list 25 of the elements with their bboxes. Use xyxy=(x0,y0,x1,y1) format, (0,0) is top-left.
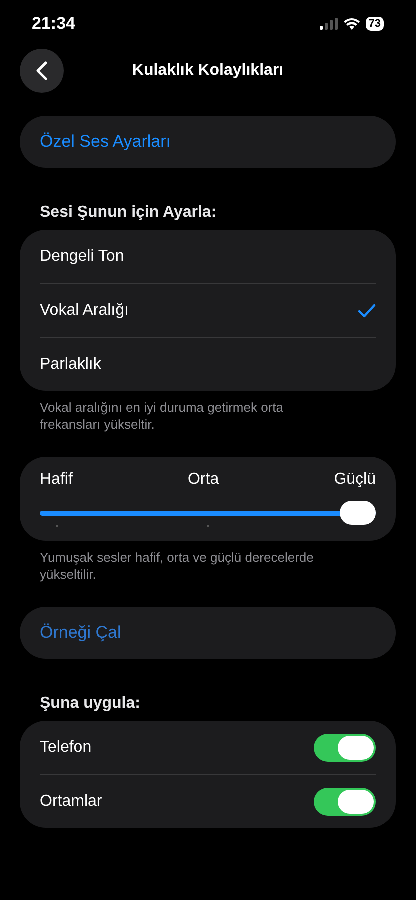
play-sample-button[interactable]: Örneği Çal xyxy=(20,607,396,659)
slider-label: Hafif xyxy=(40,471,73,489)
wifi-icon xyxy=(344,18,360,30)
back-icon xyxy=(36,61,48,81)
tune-option[interactable]: Parlaklık xyxy=(40,337,376,391)
page-title: Kulaklık Kolaylıkları xyxy=(132,62,284,80)
toggle-switch[interactable] xyxy=(314,734,376,762)
slider-thumb[interactable] xyxy=(340,501,376,525)
toggle-switch[interactable] xyxy=(314,788,376,816)
slider-label: Orta xyxy=(188,471,220,489)
status-time: 21:34 xyxy=(32,14,76,34)
back-button[interactable] xyxy=(20,49,64,93)
footnote: Vokal aralığını en iyi duruma getirmek orta frekansları yükseltir. xyxy=(39,399,285,433)
tune-option[interactable]: Vokal Aralığı xyxy=(40,283,376,337)
boost-slider[interactable] xyxy=(40,501,376,525)
row-label: Telefon xyxy=(40,738,92,756)
slider-label: Güçlü xyxy=(334,471,376,489)
footnote: Yumuşak sesler hafif, orta ve güçlü derecelerde yükseltilir. xyxy=(39,549,315,583)
custom-audio-link[interactable]: Özel Ses Ayarları xyxy=(20,116,396,168)
section-heading: Sesi Şunun için Ayarla: xyxy=(39,203,218,223)
battery-level: 73 xyxy=(366,17,384,31)
tune-option[interactable]: Dengeli Ton xyxy=(40,230,376,283)
signal-icon xyxy=(320,18,338,30)
section-heading: Şuna uygula: xyxy=(39,694,142,714)
row-label: Ortamlar xyxy=(40,792,102,810)
